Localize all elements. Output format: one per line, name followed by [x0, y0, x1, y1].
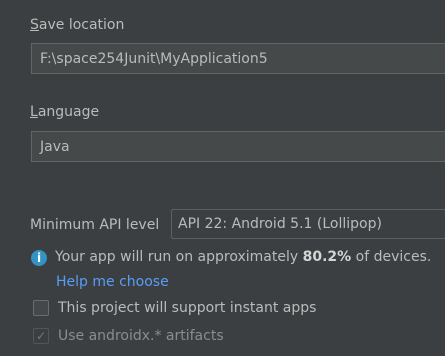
- device-coverage-text: Your app will run on approximately 80.2%…: [55, 249, 431, 265]
- language-value: Java: [40, 138, 70, 155]
- save-location-value: F:\space254Junit\MyApplication5: [40, 50, 268, 67]
- minimum-api-dropdown[interactable]: API 22: Android 5.1 (Lollipop): [171, 209, 445, 239]
- instant-apps-label[interactable]: This project will support instant apps: [58, 300, 316, 316]
- info-icon: i: [31, 250, 47, 266]
- coverage-text-after: of devices.: [351, 249, 432, 265]
- language-label: Language: [30, 104, 100, 120]
- checkmark-icon: ✓: [35, 329, 47, 343]
- instant-apps-checkbox[interactable]: [33, 300, 49, 316]
- coverage-percentage: 80.2%: [302, 249, 352, 265]
- language-dropdown[interactable]: Java: [31, 131, 445, 162]
- minimum-api-value: API 22: Android 5.1 (Lollipop): [178, 216, 382, 232]
- androidx-label: Use androidx.* artifacts: [58, 328, 224, 344]
- minimum-api-label: Minimum API level: [30, 217, 160, 233]
- save-location-field[interactable]: F:\space254Junit\MyApplication5: [31, 43, 445, 74]
- coverage-text-before: Your app will run on approximately: [55, 249, 303, 265]
- androidx-checkbox[interactable]: ✓: [33, 328, 49, 344]
- help-me-choose-link[interactable]: Help me choose: [56, 274, 169, 290]
- save-location-label: Save location: [30, 17, 125, 33]
